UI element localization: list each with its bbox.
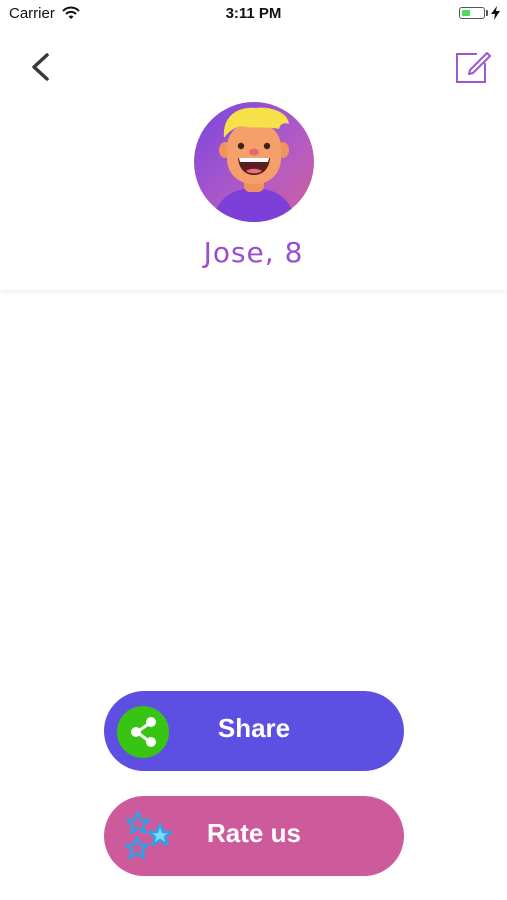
child-avatar-icon xyxy=(212,107,296,222)
status-bar: Carrier 3:11 PM xyxy=(0,0,507,28)
battery-icon xyxy=(459,7,485,19)
status-time: 3:11 PM xyxy=(225,5,282,22)
chevron-left-icon[interactable] xyxy=(26,50,56,84)
edit-icon[interactable] xyxy=(453,48,491,86)
share-button-label: Share xyxy=(217,713,291,743)
share-button[interactable]: Share xyxy=(104,691,404,771)
profile-header: Jose, 8 xyxy=(0,28,507,290)
rate-us-button-label: Rate us xyxy=(207,818,301,848)
charging-bolt-icon xyxy=(491,6,500,20)
avatar xyxy=(194,102,314,222)
rate-us-button[interactable]: Rate us xyxy=(104,796,404,876)
profile-name: Jose, 8 xyxy=(203,236,304,269)
battery-tip xyxy=(486,10,488,16)
battery-level xyxy=(461,9,470,16)
